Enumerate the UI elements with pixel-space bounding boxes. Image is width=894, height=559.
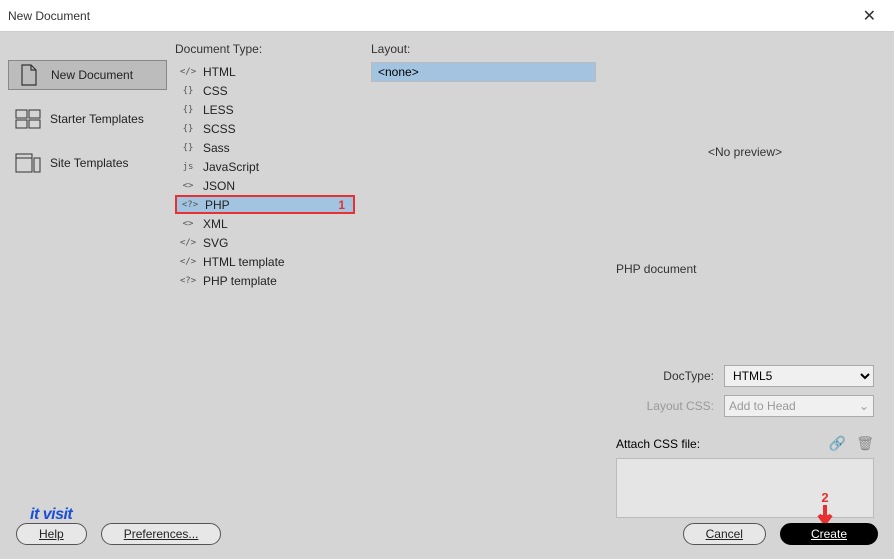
sidebar-item-label: Starter Templates [50,112,144,126]
doctype-item-label: LESS [203,103,234,117]
doctype-item-icon: <> [179,181,197,191]
doctype-item-label: JavaScript [203,160,259,174]
layoutcss-select: Add to Head ⌄ [724,395,874,417]
doctype-item-icon: {} [179,86,197,96]
doctype-list[interactable]: </> HTML {} CSS {} LESS {} SCSS {} Sassjs JavaScri… [175,62,355,518]
trash-icon[interactable]: 🗑 [856,435,874,452]
sidebar-item-site-templates[interactable]: Site Templates [8,148,167,178]
doctype-item-label: JSON [203,179,235,193]
chevron-down-icon: ⌄ [859,399,869,413]
doctype-item-label: SVG [203,236,228,250]
doctype-item-icon: <?> [179,276,197,286]
doctype-item-label: HTML [203,65,236,79]
doctype-item-icon: <> [179,219,197,229]
doctype-column: Document Type: </>HTML{}CSS{}LESS{}SCSS{… [175,42,355,518]
doctype-item-icon: {} [179,124,197,134]
create-button[interactable]: Create [780,523,878,545]
templates-icon [14,108,42,130]
doctype-item-css[interactable]: {} CSS [175,81,355,100]
doctype-item-label: XML [203,217,228,231]
layout-item-none[interactable]: <none> [372,63,595,81]
layout-heading: Layout: [371,42,596,56]
doctype-item-label: CSS [203,84,228,98]
doctype-item-sass[interactable]: {} Sass [175,138,355,157]
sidebar-item-label: Site Templates [50,156,129,170]
footer: Help Preferences... Cancel Create [0,519,894,559]
doctype-item-icon: js [179,162,197,172]
annotation-1: 1 [338,198,349,212]
doctype-label: DocType: [663,369,714,383]
doctype-item-label: PHP [205,198,230,212]
doctype-item-icon: </> [179,67,197,77]
doctype-item-icon: {} [179,143,197,153]
doctype-item-php-template[interactable]: <?> PHP template [175,271,355,290]
help-button[interactable]: Help [16,523,87,545]
doctype-item-svg[interactable]: </> SVG [175,233,355,252]
doctype-item-html[interactable]: </> HTML [175,62,355,81]
layout-list[interactable]: <none> [371,62,596,82]
doctype-description: PHP document [616,262,874,316]
preview-area: <No preview> [616,42,874,262]
doctype-item-icon: {} [179,105,197,115]
preferences-button[interactable]: Preferences... [101,523,222,545]
doctype-item-php[interactable]: <?> PHP 1 [175,195,355,214]
doctype-item-less[interactable]: {} LESS [175,100,355,119]
site-templates-icon [14,152,42,174]
window-title: New Document [8,9,90,23]
doctype-item-html-template[interactable]: </> HTML template [175,252,355,271]
layout-column: Layout: <none> [371,42,596,518]
doctype-item-xml[interactable]: <> XML [175,214,355,233]
doctype-item-icon: </> [179,257,197,267]
cancel-button[interactable]: Cancel [683,523,766,545]
doctype-item-icon: </> [179,238,197,248]
doctype-item-label: PHP template [203,274,277,288]
attach-css-row: Attach CSS file: 🔗 🗑 [616,435,874,452]
doctype-item-icon: <?> [181,200,199,210]
layoutcss-label: Layout CSS: [647,399,714,413]
doctype-item-scss[interactable]: {} SCSS [175,119,355,138]
doctype-select[interactable]: HTML5 [724,365,874,387]
content: New Document Starter Templates Site Temp… [0,32,894,518]
sidebar: New Document Starter Templates Site Temp… [0,32,175,518]
doctype-row: DocType: HTML5 [616,365,874,387]
layoutcss-row: Layout CSS: Add to Head ⌄ [616,395,874,417]
link-icon[interactable]: 🔗 [829,435,846,452]
sidebar-item-label: New Document [51,68,133,82]
file-icon [15,64,43,86]
attach-css-label: Attach CSS file: [616,437,700,451]
no-preview-text: <No preview> [708,145,782,159]
attach-css-box[interactable] [616,458,874,518]
middle-columns: Document Type: </>HTML{}CSS{}LESS{}SCSS{… [175,32,596,518]
doctype-item-label: HTML template [203,255,285,269]
doctype-item-javascript[interactable]: js JavaScript [175,157,355,176]
close-icon[interactable]: ✕ [853,2,886,30]
sidebar-item-new-document[interactable]: New Document [8,60,167,90]
titlebar: New Document ✕ [0,0,894,32]
doctype-item-json[interactable]: <> JSON [175,176,355,195]
doctype-item-label: SCSS [203,122,236,136]
doctype-item-label: Sass [203,141,230,155]
right-panel: <No preview> PHP document DocType: HTML5… [596,32,894,518]
doctype-heading: Document Type: [175,42,355,56]
sidebar-item-starter-templates[interactable]: Starter Templates [8,104,167,134]
